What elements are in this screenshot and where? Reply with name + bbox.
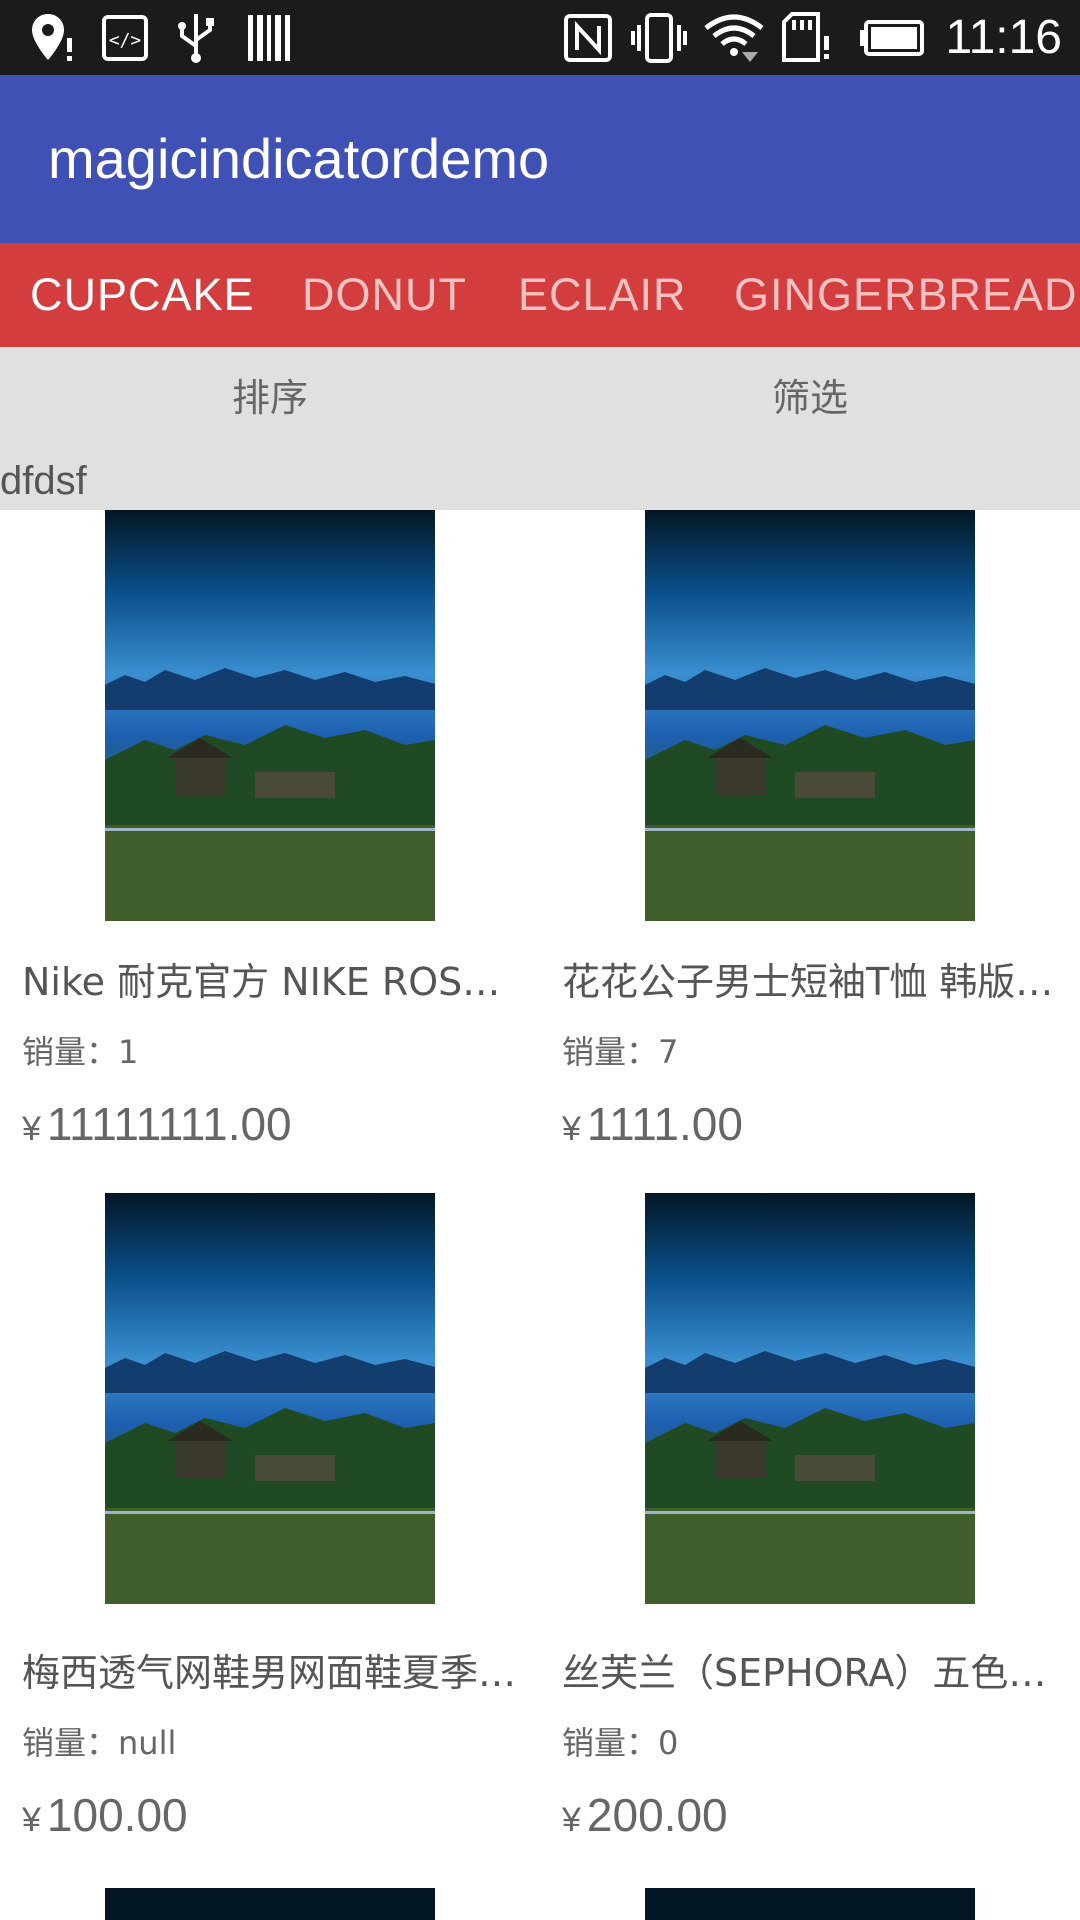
currency-symbol: ¥ <box>562 1801 581 1839</box>
product-card[interactable]: Nike 耐克官方 NIKE ROSHE ONE 销量：1 ¥11111111.… <box>0 510 540 1203</box>
filter-button[interactable]: 筛选 <box>540 373 1080 423</box>
product-sales: 销量：0 <box>562 1724 679 1762</box>
status-time: 11:16 <box>945 11 1062 64</box>
product-sales: 销量：1 <box>22 1033 139 1071</box>
product-title[interactable]: 丝芙兰（SEPHORA）五色眼影盘 <box>562 1647 1062 1699</box>
product-image[interactable] <box>645 1193 975 1604</box>
filter-bar: 排序 筛选 dfdsf <box>0 347 1080 510</box>
tab-bar: CUPCAKE DONUT ECLAIR GINGERBREAD <box>0 243 1080 347</box>
product-title[interactable]: 梅西透气网鞋男网面鞋夏季跑步鞋 <box>22 1647 522 1699</box>
product-title[interactable]: 花花公子男士短袖T恤 韩版修身 <box>562 956 1062 1008</box>
svg-text:</>: </> <box>109 30 142 51</box>
product-sales: 销量：7 <box>562 1033 679 1071</box>
product-card[interactable]: 花花公子男士短袖T恤 韩版修身 销量：7 ¥1111.00 <box>540 510 1080 1203</box>
product-card[interactable]: 梅西透气网鞋男网面鞋夏季跑步鞋 销量：null ¥100.00 <box>0 1193 540 1886</box>
product-price: ¥100.00 <box>22 1785 188 1857</box>
currency-symbol: ¥ <box>22 1801 41 1839</box>
usb-icon <box>174 12 218 64</box>
barcode-icon <box>246 12 292 64</box>
price-amount: 200.00 <box>586 1789 728 1841</box>
price-amount: 100.00 <box>46 1789 188 1841</box>
product-price: ¥1111.00 <box>562 1094 743 1166</box>
product-image[interactable] <box>105 1888 435 1920</box>
product-image[interactable] <box>645 510 975 921</box>
price-amount: 11111111.00 <box>46 1098 292 1150</box>
sort-button[interactable]: 排序 <box>0 373 540 423</box>
product-sales: 销量：null <box>22 1724 177 1762</box>
nfc-icon <box>564 12 612 64</box>
wifi-icon <box>702 12 766 64</box>
vibrate-icon <box>630 12 688 64</box>
tab-gingerbread[interactable]: GINGERBREAD <box>734 267 1078 323</box>
filter-note-text: dfdsf <box>0 459 87 503</box>
product-title[interactable]: Nike 耐克官方 NIKE ROSHE ONE <box>22 956 522 1008</box>
tab-cupcake[interactable]: CUPCAKE <box>30 267 255 323</box>
location-alert-icon <box>30 12 74 64</box>
product-image[interactable] <box>645 1888 975 1920</box>
product-image[interactable] <box>105 510 435 921</box>
battery-icon <box>858 12 924 64</box>
product-image[interactable] <box>105 1193 435 1604</box>
status-bar: </> 11:16 <box>0 0 1080 75</box>
product-price: ¥11111111.00 <box>22 1094 292 1166</box>
tab-eclair[interactable]: ECLAIR <box>518 267 687 323</box>
currency-symbol: ¥ <box>562 1110 581 1148</box>
code-icon: </> <box>102 12 148 64</box>
sd-card-alert-icon <box>782 12 832 64</box>
price-amount: 1111.00 <box>586 1098 743 1150</box>
tab-donut[interactable]: DONUT <box>302 267 467 323</box>
product-price: ¥200.00 <box>562 1785 728 1857</box>
app-title: magicindicatordemo <box>48 127 550 190</box>
product-card[interactable]: 丝芙兰（SEPHORA）五色眼影盘 销量：0 ¥200.00 <box>540 1193 1080 1886</box>
currency-symbol: ¥ <box>22 1110 41 1148</box>
app-bar: magicindicatordemo <box>0 75 1080 243</box>
product-grid: Nike 耐克官方 NIKE ROSHE ONE 销量：1 ¥11111111.… <box>0 510 1080 1920</box>
